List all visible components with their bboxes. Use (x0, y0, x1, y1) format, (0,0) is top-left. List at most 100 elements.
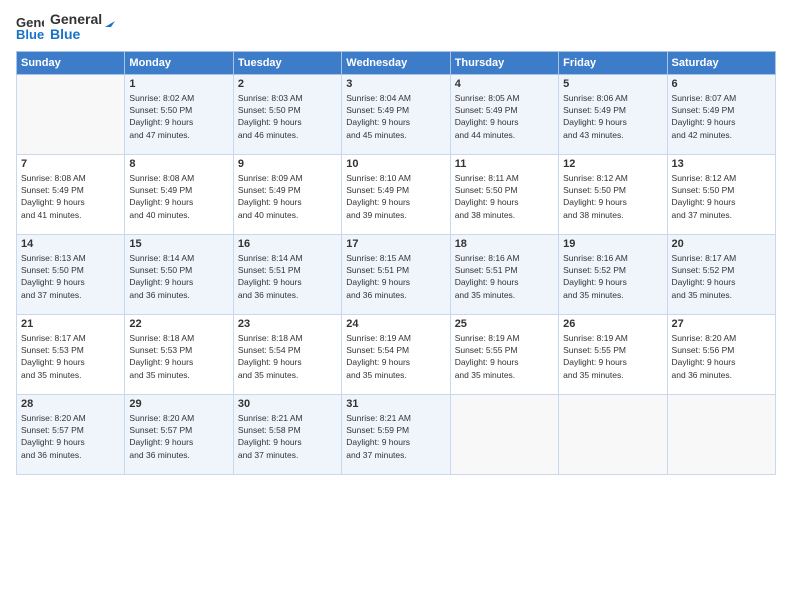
col-header-tuesday: Tuesday (233, 51, 341, 74)
day-info: Sunrise: 8:08 AMSunset: 5:49 PMDaylight:… (129, 172, 228, 221)
day-info: Sunrise: 8:20 AMSunset: 5:57 PMDaylight:… (21, 412, 120, 461)
week-row-0: 1Sunrise: 8:02 AMSunset: 5:50 PMDaylight… (17, 74, 776, 154)
day-info: Sunrise: 8:20 AMSunset: 5:56 PMDaylight:… (672, 332, 771, 381)
day-number: 14 (21, 238, 120, 250)
day-number: 31 (346, 398, 445, 410)
day-cell: 14 Sunrise: 8:13 AMSunset: 5:50 PMDayligh… (17, 234, 125, 314)
day-cell: 6Sunrise: 8:07 AMSunset: 5:49 PMDaylight… (667, 74, 775, 154)
day-number: 30 (238, 398, 337, 410)
day-info: Sunrise: 8:21 AMSunset: 5:59 PMDaylight:… (346, 412, 445, 461)
day-cell: 18 Sunrise: 8:16 AMSunset: 5:51 PMDayligh… (450, 234, 558, 314)
day-cell: 27Sunrise: 8:20 AMSunset: 5:56 PMDayligh… (667, 314, 775, 394)
day-info: Sunrise: 8:16 AMSunset: 5:52 PMDaylight:… (563, 252, 662, 301)
day-number: 23 (238, 318, 337, 330)
day-number: 20 (672, 238, 771, 250)
day-cell: 11 Sunrise: 8:11 AMSunset: 5:50 PMDayligh… (450, 154, 558, 234)
day-info: Sunrise: 8:14 AMSunset: 5:51 PMDaylight:… (238, 252, 337, 301)
day-number: 19 (563, 238, 662, 250)
day-number: 10 (346, 158, 445, 170)
day-info: Sunrise: 8:03 AMSunset: 5:50 PMDaylight:… (238, 92, 337, 141)
col-header-thursday: Thursday (450, 51, 558, 74)
day-number: 24 (346, 318, 445, 330)
day-info: Sunrise: 8:06 AMSunset: 5:49 PMDaylight:… (563, 92, 662, 141)
day-number: 2 (238, 78, 337, 90)
day-info: Sunrise: 8:17 AMSunset: 5:52 PMDaylight:… (672, 252, 771, 301)
day-cell: 2 Sunrise: 8:03 AMSunset: 5:50 PMDaylight… (233, 74, 341, 154)
day-info: Sunrise: 8:07 AMSunset: 5:49 PMDaylight:… (672, 92, 771, 141)
day-number: 29 (129, 398, 228, 410)
day-cell: 8Sunrise: 8:08 AMSunset: 5:49 PMDaylight… (125, 154, 233, 234)
day-info: Sunrise: 8:18 AMSunset: 5:54 PMDaylight:… (238, 332, 337, 381)
day-info: Sunrise: 8:11 AMSunset: 5:50 PMDaylight:… (455, 172, 554, 221)
day-cell (667, 394, 775, 474)
day-info: Sunrise: 8:04 AMSunset: 5:49 PMDaylight:… (346, 92, 445, 141)
day-cell: 9 Sunrise: 8:09 AMSunset: 5:49 PMDaylight… (233, 154, 341, 234)
day-cell: 4Sunrise: 8:05 AMSunset: 5:49 PMDaylight… (450, 74, 558, 154)
day-cell: 31 Sunrise: 8:21 AMSunset: 5:59 PMDayligh… (342, 394, 450, 474)
logo-arrow-icon (103, 15, 117, 29)
day-cell (17, 74, 125, 154)
day-cell: 28Sunrise: 8:20 AMSunset: 5:57 PMDayligh… (17, 394, 125, 474)
day-number: 5 (563, 78, 662, 90)
day-cell (559, 394, 667, 474)
day-cell: 19 Sunrise: 8:16 AMSunset: 5:52 PMDayligh… (559, 234, 667, 314)
day-cell: 17 Sunrise: 8:15 AMSunset: 5:51 PMDayligh… (342, 234, 450, 314)
week-row-4: 28Sunrise: 8:20 AMSunset: 5:57 PMDayligh… (17, 394, 776, 474)
day-cell: 3 Sunrise: 8:04 AMSunset: 5:49 PMDaylight… (342, 74, 450, 154)
day-cell: 5 Sunrise: 8:06 AMSunset: 5:49 PMDaylight… (559, 74, 667, 154)
day-number: 7 (21, 158, 120, 170)
day-info: Sunrise: 8:18 AMSunset: 5:53 PMDaylight:… (129, 332, 228, 381)
logo: General Blue General Blue (16, 12, 117, 43)
day-info: Sunrise: 8:19 AMSunset: 5:55 PMDaylight:… (563, 332, 662, 381)
day-number: 26 (563, 318, 662, 330)
day-number: 25 (455, 318, 554, 330)
day-cell: 16 Sunrise: 8:14 AMSunset: 5:51 PMDayligh… (233, 234, 341, 314)
day-number: 21 (21, 318, 120, 330)
header-row: SundayMondayTuesdayWednesdayThursdayFrid… (17, 51, 776, 74)
day-cell: 26 Sunrise: 8:19 AMSunset: 5:55 PMDayligh… (559, 314, 667, 394)
day-number: 18 (455, 238, 554, 250)
day-info: Sunrise: 8:14 AMSunset: 5:50 PMDaylight:… (129, 252, 228, 301)
calendar-page: General Blue General Blue SundayMondayTu… (0, 0, 792, 612)
day-info: Sunrise: 8:19 AMSunset: 5:55 PMDaylight:… (455, 332, 554, 381)
logo-icon: General Blue (16, 13, 44, 41)
day-info: Sunrise: 8:20 AMSunset: 5:57 PMDaylight:… (129, 412, 228, 461)
col-header-friday: Friday (559, 51, 667, 74)
day-info: Sunrise: 8:12 AMSunset: 5:50 PMDaylight:… (672, 172, 771, 221)
day-info: Sunrise: 8:15 AMSunset: 5:51 PMDaylight:… (346, 252, 445, 301)
day-info: Sunrise: 8:08 AMSunset: 5:49 PMDaylight:… (21, 172, 120, 221)
day-cell: 22 Sunrise: 8:18 AMSunset: 5:53 PMDayligh… (125, 314, 233, 394)
day-cell: 1Sunrise: 8:02 AMSunset: 5:50 PMDaylight… (125, 74, 233, 154)
day-info: Sunrise: 8:12 AMSunset: 5:50 PMDaylight:… (563, 172, 662, 221)
day-number: 9 (238, 158, 337, 170)
day-info: Sunrise: 8:10 AMSunset: 5:49 PMDaylight:… (346, 172, 445, 221)
day-info: Sunrise: 8:16 AMSunset: 5:51 PMDaylight:… (455, 252, 554, 301)
day-number: 11 (455, 158, 554, 170)
day-info: Sunrise: 8:17 AMSunset: 5:53 PMDaylight:… (21, 332, 120, 381)
day-info: Sunrise: 8:09 AMSunset: 5:49 PMDaylight:… (238, 172, 337, 221)
week-row-1: 7 Sunrise: 8:08 AMSunset: 5:49 PMDaylight… (17, 154, 776, 234)
day-number: 17 (346, 238, 445, 250)
day-info: Sunrise: 8:13 AMSunset: 5:50 PMDaylight:… (21, 252, 120, 301)
col-header-sunday: Sunday (17, 51, 125, 74)
day-number: 3 (346, 78, 445, 90)
week-row-2: 14 Sunrise: 8:13 AMSunset: 5:50 PMDayligh… (17, 234, 776, 314)
week-row-3: 21 Sunrise: 8:17 AMSunset: 5:53 PMDayligh… (17, 314, 776, 394)
day-number: 22 (129, 318, 228, 330)
day-cell: 20 Sunrise: 8:17 AMSunset: 5:52 PMDayligh… (667, 234, 775, 314)
svg-text:Blue: Blue (16, 27, 44, 41)
day-number: 16 (238, 238, 337, 250)
header: General Blue General Blue (16, 12, 776, 43)
day-cell: 13 Sunrise: 8:12 AMSunset: 5:50 PMDayligh… (667, 154, 775, 234)
day-number: 12 (563, 158, 662, 170)
day-cell: 21 Sunrise: 8:17 AMSunset: 5:53 PMDayligh… (17, 314, 125, 394)
day-cell: 23 Sunrise: 8:18 AMSunset: 5:54 PMDayligh… (233, 314, 341, 394)
day-info: Sunrise: 8:02 AMSunset: 5:50 PMDaylight:… (129, 92, 228, 141)
day-cell: 7 Sunrise: 8:08 AMSunset: 5:49 PMDaylight… (17, 154, 125, 234)
col-header-monday: Monday (125, 51, 233, 74)
day-number: 13 (672, 158, 771, 170)
day-info: Sunrise: 8:19 AMSunset: 5:54 PMDaylight:… (346, 332, 445, 381)
day-cell: 24 Sunrise: 8:19 AMSunset: 5:54 PMDayligh… (342, 314, 450, 394)
day-info: Sunrise: 8:05 AMSunset: 5:49 PMDaylight:… (455, 92, 554, 141)
day-cell: 15Sunrise: 8:14 AMSunset: 5:50 PMDayligh… (125, 234, 233, 314)
